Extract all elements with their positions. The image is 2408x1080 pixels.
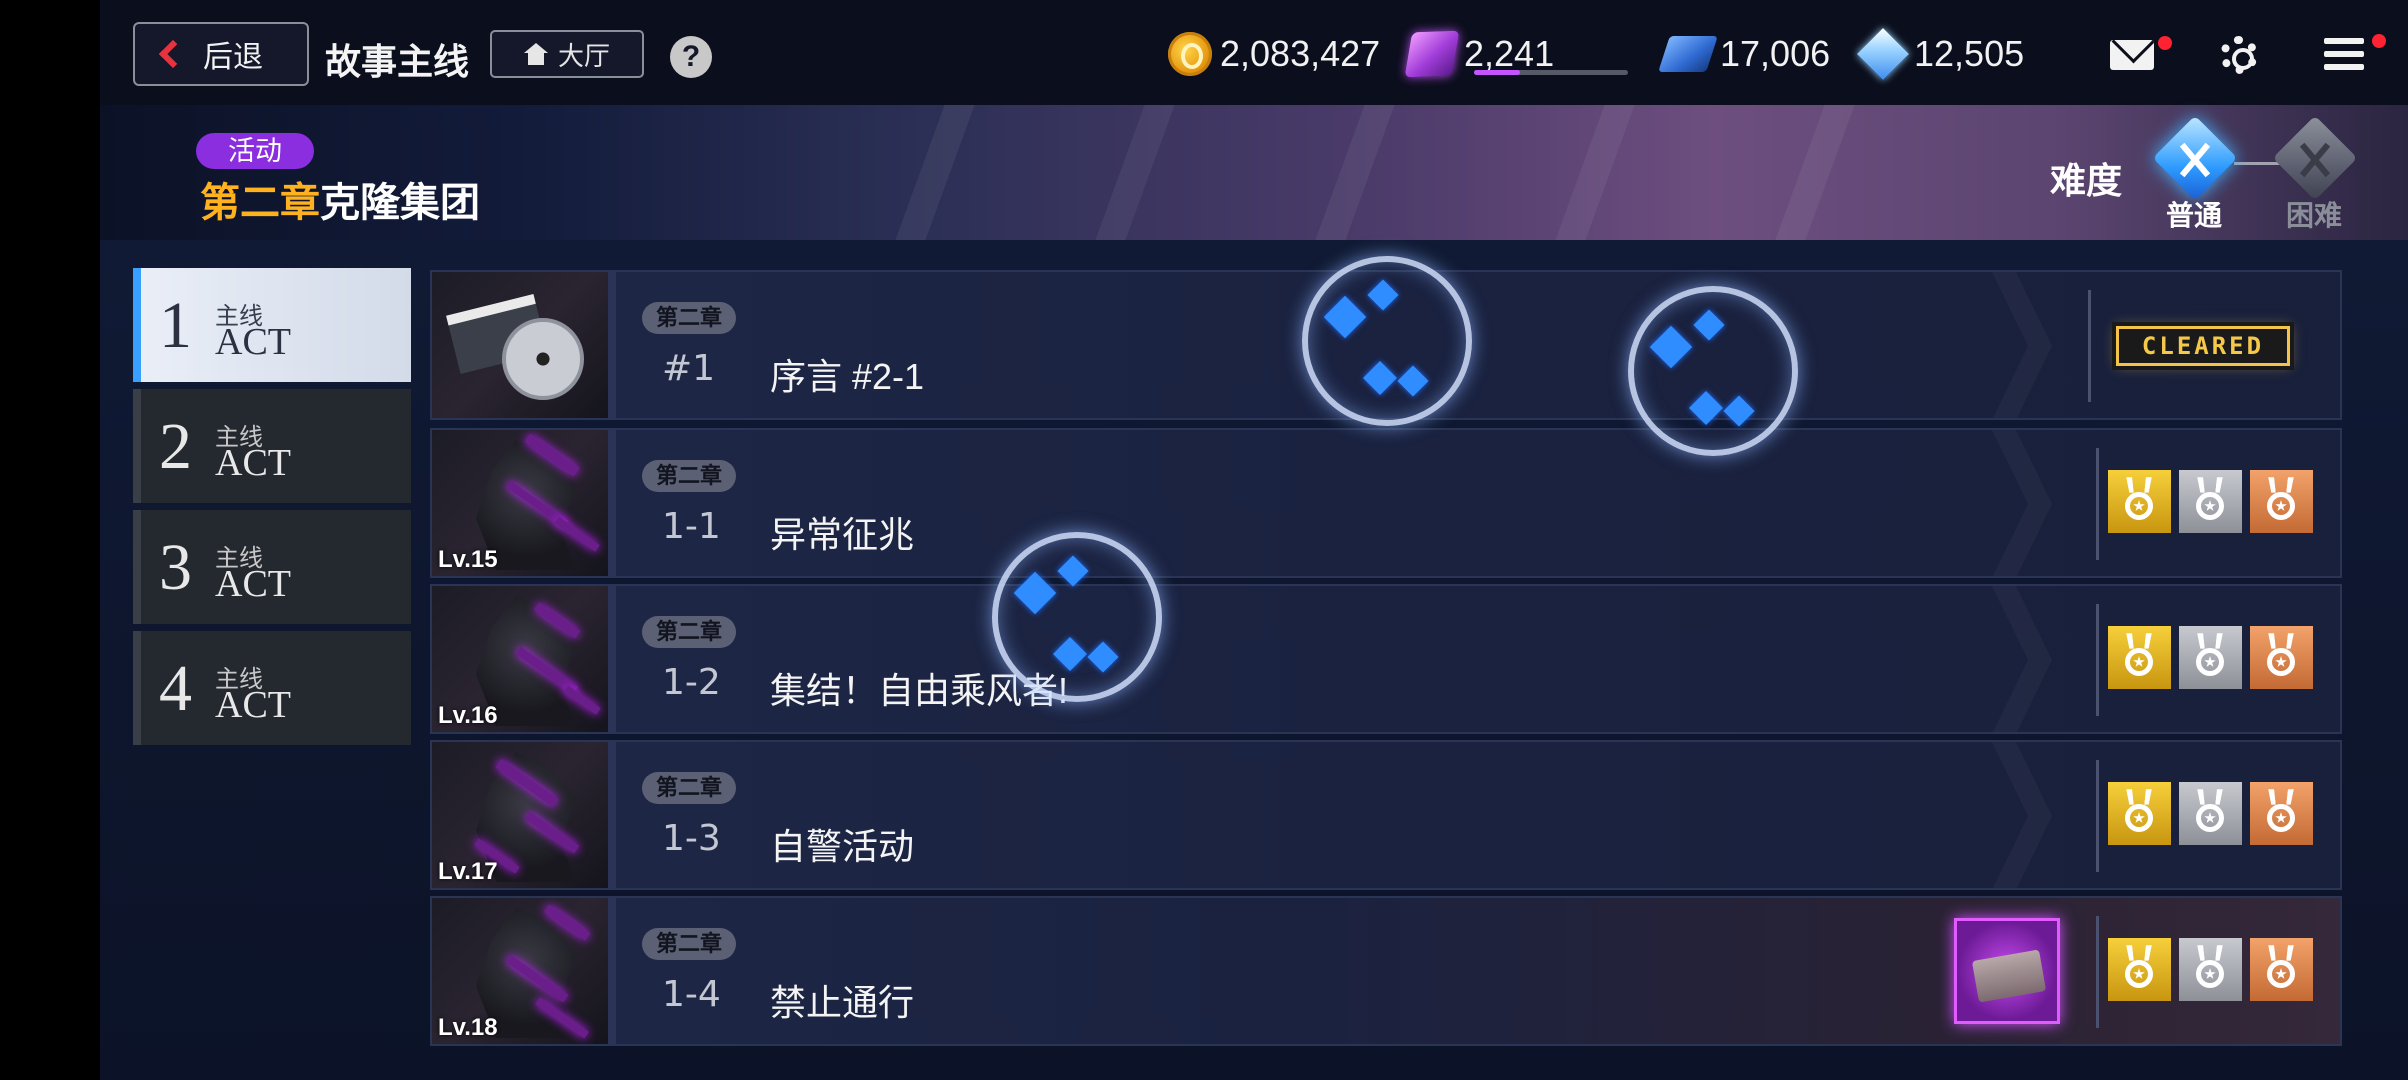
stage-number: 1-2 xyxy=(662,662,721,703)
stage-row-1-4[interactable]: Lv.18 第二章 1-4 禁止通行 xyxy=(430,896,2342,1046)
gold-medal-icon xyxy=(2108,470,2171,533)
act-label: ACT xyxy=(215,321,291,363)
stamina-progress-bar xyxy=(1474,70,1628,75)
back-arrow-icon xyxy=(158,39,188,69)
ticket-amount: 17,006 xyxy=(1720,33,1831,74)
diamond-gem-icon xyxy=(1856,27,1910,81)
back-button[interactable]: 后退 xyxy=(133,22,309,86)
stage-chapter-pill: 第二章 xyxy=(642,616,736,648)
gold-medal-icon xyxy=(2108,782,2171,845)
silver-medal-icon xyxy=(2179,470,2242,533)
tap-ripple-effect xyxy=(1628,286,1798,456)
menu-notification-dot xyxy=(2372,34,2386,48)
tap-ripple-effect xyxy=(1302,256,1472,426)
lobby-button[interactable]: 大厅 xyxy=(490,30,644,78)
stage-number: 1-3 xyxy=(662,818,721,859)
act-tab-2[interactable]: 2 主线 ACT xyxy=(133,389,411,503)
gem-amount: 12,505 xyxy=(1914,33,2025,74)
event-tag: 活动 xyxy=(196,133,314,169)
act-tab-1[interactable]: 1 主线 ACT xyxy=(133,268,411,382)
stage-name: 序言 #2-1 xyxy=(770,356,925,397)
act-number: 4 xyxy=(159,652,192,725)
cleared-badge: CLEARED xyxy=(2116,326,2290,366)
act-label: ACT xyxy=(215,442,291,484)
lobby-button-label: 大厅 xyxy=(557,40,610,71)
gold-coin-icon xyxy=(1168,32,1212,76)
stage-name: 异常征兆 xyxy=(770,514,915,555)
enemy-thumbnail: Lv.15 xyxy=(432,430,608,576)
chapter-number: 第二章 xyxy=(200,181,320,225)
gem-counter[interactable]: 12,505 xyxy=(1856,27,2025,81)
chapter-title: 第二章克隆集团 xyxy=(200,170,480,228)
page-title: 故事主线 xyxy=(325,41,470,82)
stage-chapter-pill: 第二章 xyxy=(642,772,736,804)
stage-row-1-2[interactable]: Lv.16 第二章 1-2 集结！自由乘风者! xyxy=(430,584,2342,734)
bronze-medal-icon xyxy=(2250,938,2313,1001)
difficulty-hard-label: 困难 xyxy=(2286,200,2343,231)
home-icon xyxy=(523,43,548,65)
ticket-book-icon xyxy=(1658,36,1718,72)
chapter-name: 克隆集团 xyxy=(320,181,480,225)
stamina-amount: 2,241 xyxy=(1464,33,1555,74)
tap-ripple-effect xyxy=(992,532,1162,702)
stage-chapter-pill: 第二章 xyxy=(642,460,736,492)
film-reel-icon xyxy=(432,272,608,418)
help-button[interactable]: ? xyxy=(670,36,712,78)
act-number: 2 xyxy=(159,410,192,483)
stage-number: 1-1 xyxy=(662,506,721,547)
act-label: ACT xyxy=(215,684,291,726)
mail-icon[interactable] xyxy=(2110,40,2154,70)
stage-level: Lv.16 xyxy=(438,702,498,729)
enemy-thumbnail: Lv.18 xyxy=(432,898,608,1044)
act-number: 3 xyxy=(159,531,192,604)
silver-medal-icon xyxy=(2179,782,2242,845)
back-button-label: 后退 xyxy=(203,41,263,74)
difficulty-normal-label: 普通 xyxy=(2166,200,2223,231)
act-tab-4[interactable]: 4 主线 ACT xyxy=(133,631,411,745)
bronze-medal-icon xyxy=(2250,626,2313,689)
cargo-item-icon[interactable] xyxy=(1954,918,2060,1024)
gold-medal-icon xyxy=(2108,938,2171,1001)
gold-medal-icon xyxy=(2108,626,2171,689)
bronze-medal-icon xyxy=(2250,470,2313,533)
settings-gear-icon[interactable] xyxy=(2220,36,2258,74)
silver-medal-icon xyxy=(2179,938,2242,1001)
silver-medal-icon xyxy=(2179,626,2242,689)
stamina-progress-fill xyxy=(1474,70,1521,75)
ticket-counter[interactable]: 17,006 xyxy=(1658,28,1831,80)
act-number: 1 xyxy=(159,289,192,362)
enemy-thumbnail: Lv.17 xyxy=(432,742,608,888)
menu-icon[interactable] xyxy=(2324,38,2364,70)
stage-number: #1 xyxy=(662,348,716,389)
difficulty-label: 难度 xyxy=(2050,160,2123,201)
gold-counter[interactable]: 2,083,427 xyxy=(1168,28,1380,80)
stage-name: 自警活动 xyxy=(770,826,915,867)
mail-notification-dot xyxy=(2158,36,2172,50)
gold-amount: 2,083,427 xyxy=(1220,33,1381,74)
stage-chapter-pill: 第二章 xyxy=(642,928,736,960)
stage-row-1-3[interactable]: Lv.17 第二章 1-3 自警活动 xyxy=(430,740,2342,890)
act-tab-3[interactable]: 3 主线 ACT xyxy=(133,510,411,624)
stage-chapter-pill: 第二章 xyxy=(642,302,736,334)
bronze-medal-icon xyxy=(2250,782,2313,845)
stage-row-1-1[interactable]: Lv.15 第二章 1-1 异常征兆 xyxy=(430,428,2342,578)
act-sidebar: 1 主线 ACT 2 主线 ACT 3 主线 ACT 4 主线 ACT xyxy=(133,268,411,752)
stamina-cube-icon xyxy=(1404,30,1460,78)
stage-number: 1-4 xyxy=(662,974,721,1015)
stage-level: Lv.18 xyxy=(438,1014,498,1041)
enemy-thumbnail: Lv.16 xyxy=(432,586,608,732)
act-label: ACT xyxy=(215,563,291,605)
stage-level: Lv.15 xyxy=(438,546,498,573)
stage-level: Lv.17 xyxy=(438,858,498,885)
stage-name: 禁止通行 xyxy=(770,982,915,1023)
